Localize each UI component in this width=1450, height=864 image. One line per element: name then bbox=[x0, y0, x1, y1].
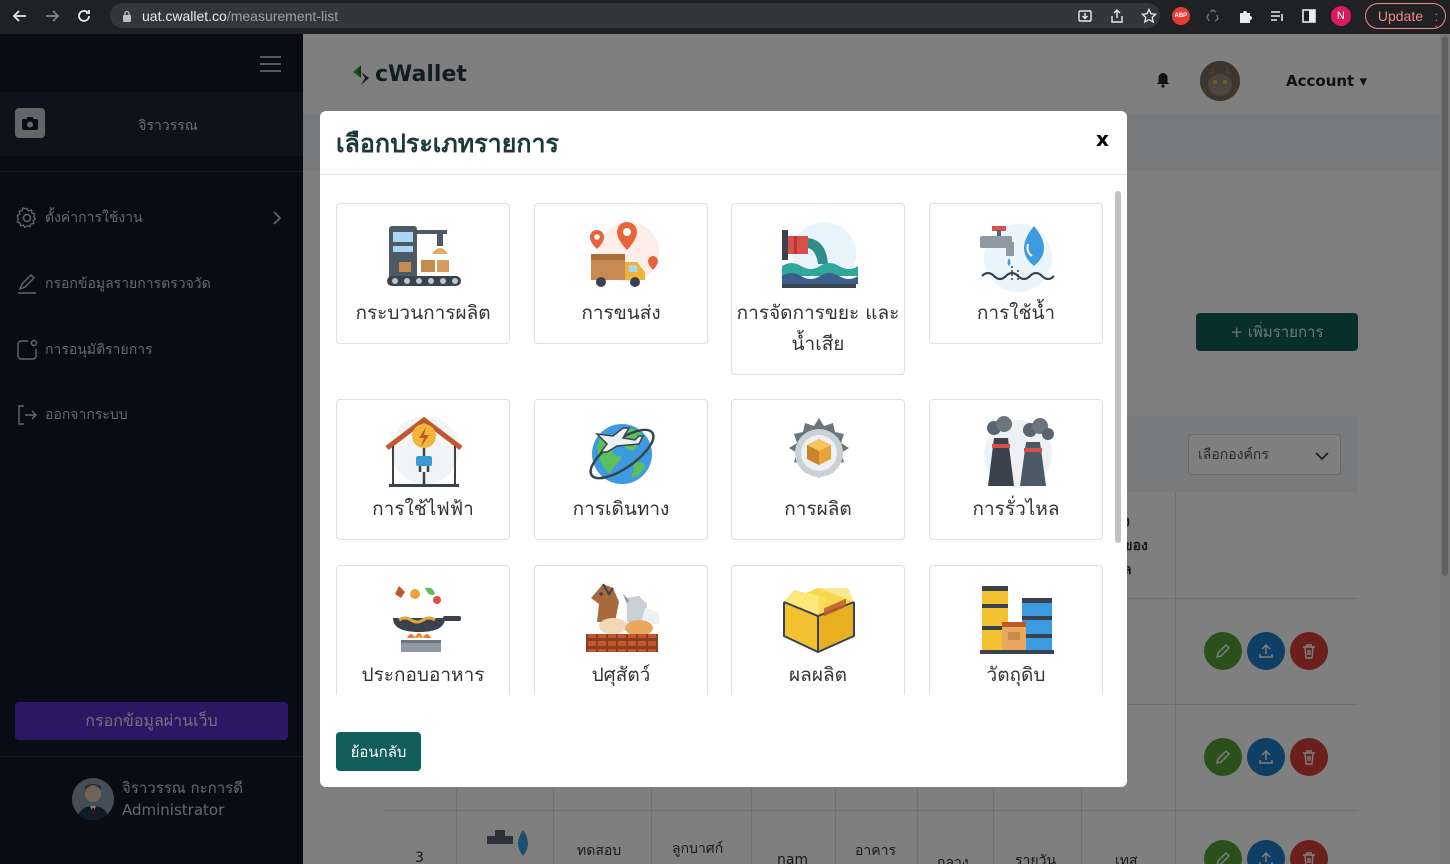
category-grid: กระบวนการผลิต การขนส่ง การจัดการขยะ และน… bbox=[320, 175, 1120, 695]
profile-avatar[interactable]: N bbox=[1325, 0, 1357, 32]
product-box-icon bbox=[783, 588, 855, 654]
livestock-icon bbox=[586, 583, 659, 652]
gear-box-icon bbox=[789, 418, 849, 478]
modal-scrollbar[interactable] bbox=[1113, 189, 1123, 695]
factory-icon bbox=[387, 226, 461, 286]
modal-title: เลือกประเภทรายการ bbox=[336, 129, 559, 158]
category-tile-transport[interactable]: การขนส่ง bbox=[534, 203, 708, 344]
category-label: การจัดการขยะ และน้ำเสีย bbox=[736, 302, 900, 355]
category-label: การขนส่ง bbox=[581, 302, 661, 324]
share-icon[interactable] bbox=[1101, 0, 1133, 32]
forward-arrow-icon[interactable] bbox=[36, 0, 68, 32]
category-tile-raw-materials[interactable]: วัตถุดิบ bbox=[929, 565, 1103, 695]
close-button[interactable]: x bbox=[1096, 127, 1109, 151]
adblock-extension-icon[interactable]: ABP bbox=[1165, 0, 1197, 32]
bookmark-star-icon[interactable] bbox=[1133, 0, 1165, 32]
delivery-truck-icon bbox=[590, 222, 659, 287]
raw-material-barrels-icon bbox=[980, 586, 1054, 654]
category-tile-electricity[interactable]: การใช้ไฟฟ้า bbox=[336, 399, 510, 540]
lock-icon bbox=[123, 10, 131, 22]
category-label: การเดินทาง bbox=[572, 498, 670, 520]
category-label: ปศุสัตว์ bbox=[591, 664, 651, 686]
category-label: การใช้น้ำ bbox=[976, 302, 1056, 324]
update-button[interactable]: Update... bbox=[1364, 3, 1446, 29]
globe-plane-icon bbox=[589, 424, 655, 484]
category-modal: เลือกประเภทรายการ x กระบวนการผลิต การขนส… bbox=[320, 111, 1127, 787]
cooking-pan-icon bbox=[393, 586, 461, 652]
url-path: /measurement-list bbox=[226, 7, 339, 24]
category-tile-cooking[interactable]: ประกอบอาหาร bbox=[336, 565, 510, 695]
category-tile-water-usage[interactable]: การใช้น้ำ bbox=[929, 203, 1103, 344]
back-button[interactable]: ย้อนกลับ bbox=[336, 732, 421, 771]
category-tile-livestock[interactable]: ปศุสัตว์ bbox=[534, 565, 708, 695]
category-label: การรั่วไหล bbox=[972, 498, 1060, 520]
category-tile-products[interactable]: ผลผลิต bbox=[731, 565, 905, 695]
smokestack-icon bbox=[984, 416, 1054, 488]
category-tile-leakage[interactable]: การรั่วไหล bbox=[929, 399, 1103, 540]
wastewater-pipe-icon bbox=[782, 222, 858, 288]
address-bar[interactable]: uat.cwallet.co/measurement-list bbox=[110, 3, 1160, 28]
reading-list-icon[interactable] bbox=[1261, 0, 1293, 32]
category-tile-production-process[interactable]: กระบวนการผลิต bbox=[336, 203, 510, 344]
recycle-extension-icon[interactable] bbox=[1197, 0, 1229, 32]
category-label: การใช้ไฟฟ้า bbox=[372, 498, 474, 520]
side-panel-icon[interactable] bbox=[1293, 0, 1325, 32]
reload-icon[interactable] bbox=[68, 0, 100, 32]
url-host: uat.cwallet.co bbox=[142, 7, 227, 24]
install-app-icon[interactable] bbox=[1069, 0, 1101, 32]
extensions-puzzle-icon[interactable] bbox=[1229, 0, 1261, 32]
category-tile-waste-management[interactable]: การจัดการขยะ และน้ำเสีย bbox=[731, 203, 905, 375]
category-label: กระบวนการผลิต bbox=[355, 302, 491, 324]
category-label: การผลิต bbox=[784, 498, 852, 520]
category-label: ประกอบอาหาร bbox=[361, 664, 485, 686]
category-label: วัตถุดิบ bbox=[986, 664, 1046, 686]
electric-house-icon bbox=[385, 416, 463, 487]
back-arrow-icon[interactable] bbox=[4, 0, 36, 32]
category-tile-travel[interactable]: การเดินทาง bbox=[534, 399, 708, 540]
browser-actions: ABP N Update... bbox=[1069, 0, 1450, 32]
category-label: ผลผลิต bbox=[789, 664, 847, 686]
water-tap-icon bbox=[980, 224, 1055, 292]
category-tile-manufacturing[interactable]: การผลิต bbox=[731, 399, 905, 540]
